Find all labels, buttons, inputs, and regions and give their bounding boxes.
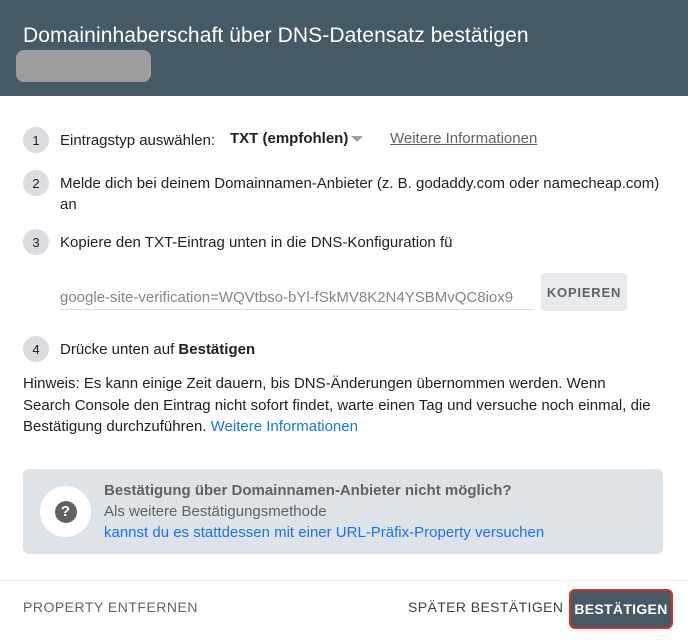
step-2-text: Melde dich bei deinem Domainnamen-Anbiet… — [60, 175, 660, 213]
url-prefix-link[interactable]: kannst du es stattdessen mit einer URL-P… — [104, 524, 544, 541]
dropdown-arrow-icon[interactable] — [351, 136, 363, 142]
dns-hint: Hinweis: Es kann einige Zeit dauern, bis… — [23, 373, 653, 438]
step-number-3: 3 — [23, 229, 49, 255]
step-4-text: Drücke unten auf Bestätigen — [60, 339, 255, 360]
help-icon: ? — [54, 500, 77, 523]
alternative-method-box: ? Bestätigung über Domainnamen-Anbieter … — [23, 469, 663, 554]
copy-button[interactable]: KOPIEREN — [541, 273, 627, 311]
footer-divider — [0, 580, 688, 581]
step-4-bold: Bestätigen — [178, 341, 256, 358]
verify-later-button[interactable]: SPÄTER BESTÄTIGEN — [408, 599, 563, 615]
step-number-1: 1 — [23, 127, 49, 153]
step-1-more-info-link[interactable]: Weitere Informationen — [390, 130, 537, 147]
remove-property-button[interactable]: PROPERTY ENTFERNEN — [23, 599, 198, 615]
dialog-header: Domaininhaberschaft über DNS-Datensatz b… — [0, 0, 688, 96]
step-number-4: 4 — [23, 336, 49, 362]
step-number-2: 2 — [23, 170, 49, 196]
help-icon-circle: ? — [40, 486, 91, 537]
info-title: Bestätigung über Domainnamen-Anbieter ni… — [104, 482, 512, 499]
redacted-domain — [16, 50, 151, 82]
hint-more-info-link[interactable]: Weitere Informationen — [211, 418, 358, 435]
step-4-prefix: Drücke unten auf — [60, 341, 175, 358]
dialog-title: Domaininhaberschaft über DNS-Datensatz b… — [23, 24, 529, 47]
info-line: Als weitere Bestätigungsmethode — [104, 503, 327, 520]
step-3-text: Kopiere den TXT-Eintrag unten in die DNS… — [60, 234, 452, 251]
step-1-label: Eintragstyp auswählen: — [60, 132, 216, 149]
confirm-button[interactable]: BESTÄTIGEN — [569, 589, 673, 629]
txt-record-field[interactable]: google-site-verification=WQVtbso-bYl-fSk… — [60, 286, 534, 310]
record-type-select[interactable]: TXT (empfohlen) — [230, 130, 348, 147]
